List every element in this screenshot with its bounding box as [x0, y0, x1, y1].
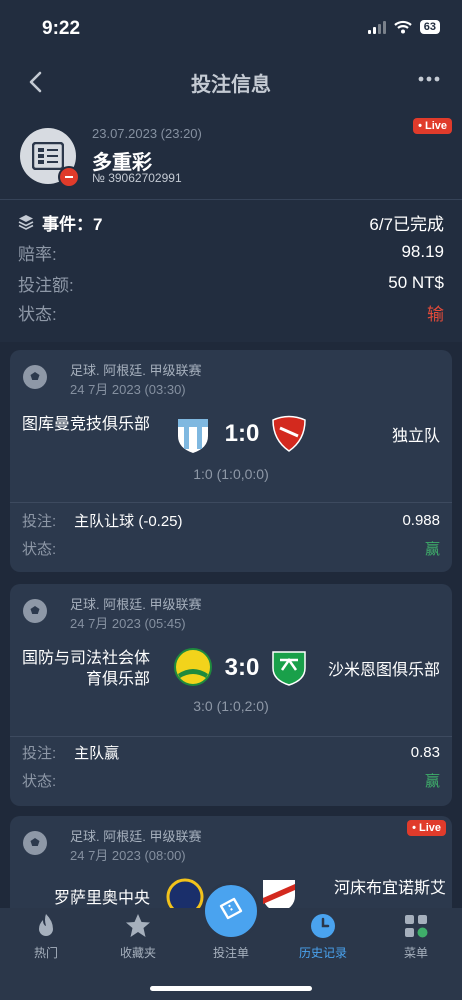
- bet-number: № 39062702991: [92, 171, 182, 185]
- bet-label: 投注:: [22, 512, 57, 530]
- independiente-crest-icon: [272, 415, 306, 452]
- status-icons: 63: [367, 20, 440, 34]
- nav-bar: 投注信息: [0, 58, 462, 106]
- event-status-label: 状态:: [22, 540, 57, 558]
- star-icon: [126, 914, 150, 937]
- bet-pick-row: 投注: 主队让球 (-0.25) 0.988: [22, 508, 440, 532]
- events-value: 6/7已完成: [369, 214, 444, 234]
- lost-minus-icon: [58, 166, 80, 188]
- away-team: 沙米恩图俱乐部: [327, 662, 440, 679]
- event-date: 24 7月 2023 (08:00): [70, 848, 186, 863]
- betslip-button[interactable]: [202, 882, 260, 940]
- battery-indicator: 63: [419, 20, 440, 34]
- tab-label: 菜单: [403, 946, 428, 960]
- bet-label: 投注:: [22, 744, 57, 762]
- status-value: 输: [427, 304, 444, 324]
- tab-label: 热门: [33, 946, 58, 960]
- away-team: 独立队: [391, 428, 440, 445]
- layers-icon: [18, 215, 34, 230]
- league-name: 足球. 阿根廷. 甲级联赛: [70, 363, 202, 378]
- stake-value: 50 NT$: [388, 273, 444, 292]
- events-row: 事件：7 6/7已完成: [18, 207, 444, 237]
- odds-value: 98.19: [401, 242, 444, 261]
- ticket-list-icon: [32, 142, 64, 170]
- more-dots-icon: [418, 76, 440, 82]
- halftime-score: 3:0 (1:0,2:0): [193, 698, 269, 714]
- event-status-row: 状态: 赢: [22, 768, 440, 792]
- event-status-label: 状态:: [22, 772, 57, 790]
- stake-row: 投注额: 50 NT$: [18, 268, 444, 298]
- wifi-icon: [394, 20, 412, 34]
- event-status: 赢: [424, 772, 440, 790]
- event-status-row: 状态: 赢: [22, 536, 440, 560]
- flame-icon: [39, 914, 53, 936]
- tab-label: 收藏夹: [119, 946, 156, 960]
- event-date: 24 7月 2023 (03:30): [70, 382, 186, 397]
- odds-label: 赔率:: [18, 244, 57, 264]
- atletico-tucuman-crest-icon: [178, 419, 208, 453]
- event-card[interactable]: 足球. 阿根廷. 甲级联赛 24 7月 2023 (05:45) 国防与司法社会…: [10, 584, 452, 806]
- status-time: 9:22: [42, 18, 81, 39]
- bet-header: 23.07.2023 (23:20) 多重彩 № 39062702991 • L…: [0, 118, 462, 200]
- page-title: 投注信息: [191, 74, 271, 96]
- home-indicator[interactable]: [150, 986, 312, 991]
- tab-popular[interactable]: 热门: [0, 908, 92, 978]
- tab-favorites[interactable]: 收藏夹: [92, 908, 184, 978]
- score: 1:0: [224, 420, 260, 447]
- soccer-ball-icon: [23, 599, 47, 623]
- tab-label: 投注单: [212, 946, 249, 960]
- bet-pick: 主队赢: [74, 744, 120, 762]
- defensa-justicia-crest-icon: [174, 648, 212, 686]
- league-name: 足球. 阿根廷. 甲级联赛: [70, 829, 202, 844]
- tab-label: 历史记录: [298, 946, 347, 960]
- ticket-icon: [219, 897, 243, 920]
- bet-pick: 主队让球 (-0.25): [74, 512, 183, 530]
- soccer-ball-icon: [23, 831, 47, 855]
- live-badge: • Live: [407, 820, 446, 836]
- stake-label: 投注额:: [18, 275, 74, 295]
- status-bar: 9:22 63: [0, 0, 462, 58]
- odds-row: 赔率: 98.19: [18, 237, 444, 267]
- event-card[interactable]: 足球. 阿根廷. 甲级联赛 24 7月 2023 (03:30) 图库曼竞技俱乐…: [10, 350, 452, 572]
- divider: [0, 199, 462, 200]
- events-label: 事件：7: [42, 214, 103, 234]
- pick-odds: 0.83: [410, 743, 440, 761]
- tab-menu[interactable]: 菜单: [370, 908, 462, 978]
- soccer-ball-icon: [23, 365, 47, 389]
- status-label: 状态:: [18, 304, 57, 324]
- halftime-score: 1:0 (1:0,0:0): [193, 466, 269, 482]
- home-team: 罗萨里奥中央: [53, 890, 150, 907]
- event-date: 24 7月 2023 (05:45): [70, 616, 186, 631]
- bet-pick-row: 投注: 主队赢 0.83: [22, 740, 440, 764]
- cellular-signal-icon: [367, 20, 386, 34]
- event-status: 赢: [424, 540, 440, 558]
- pick-odds: 0.988: [402, 511, 440, 529]
- away-team: 河床布宜诺斯艾: [333, 880, 446, 897]
- bet-date: 23.07.2023 (23:20): [92, 126, 202, 141]
- home-team: 图库曼竞技俱乐部: [22, 416, 151, 433]
- home-team: 国防与司法社会体育俱乐部: [22, 650, 151, 688]
- score: 3:0: [224, 654, 260, 681]
- sarmiento-crest-icon: [272, 651, 306, 686]
- menu-grid-icon: [405, 915, 428, 938]
- league-name: 足球. 阿根廷. 甲级联赛: [70, 597, 202, 612]
- live-badge: • Live: [413, 118, 452, 134]
- more-button[interactable]: [418, 68, 440, 96]
- clock-icon: [311, 914, 335, 938]
- tab-history[interactable]: 历史记录: [277, 908, 369, 978]
- status-row: 状态: 输: [18, 297, 444, 327]
